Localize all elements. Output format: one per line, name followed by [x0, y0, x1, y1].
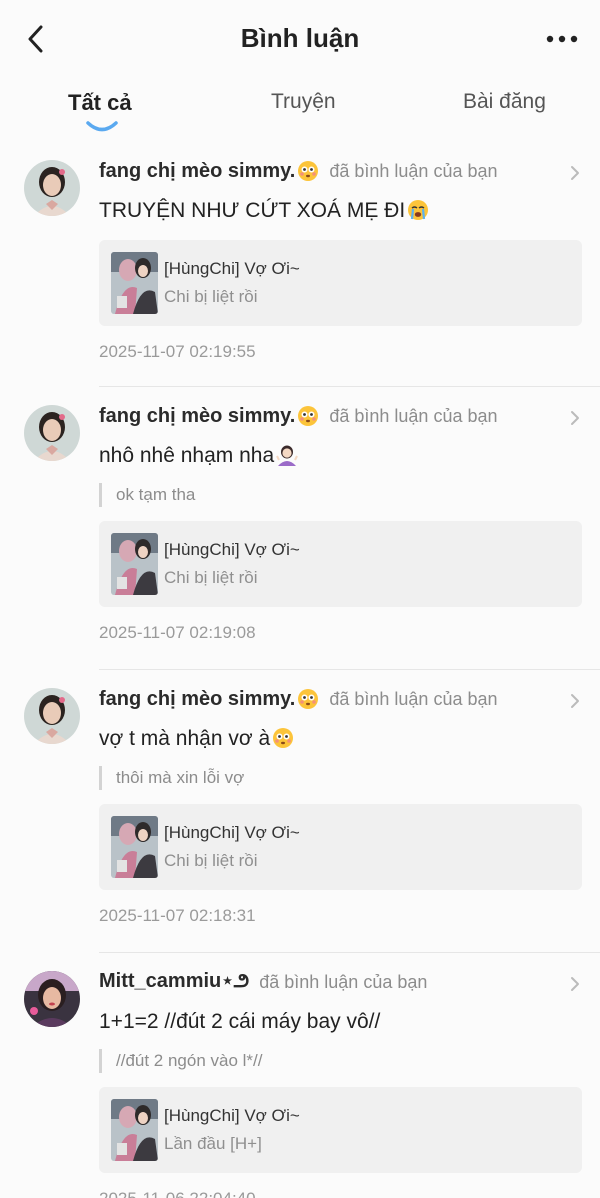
flushed-face-emoji-icon	[298, 161, 319, 181]
username[interactable]: fang chị mèo simmy.	[99, 405, 295, 428]
story-cover-image	[111, 816, 158, 878]
more-dots-icon	[546, 35, 578, 43]
story-cover-image	[111, 1099, 158, 1161]
comment-content: fang chị mèo simmy. đã bình luận của bạn…	[99, 401, 582, 643]
flushed-face-emoji-icon	[273, 728, 294, 748]
back-chevron-icon	[28, 25, 43, 53]
story-title: [HùngChi] Vợ Ơi~	[164, 823, 300, 842]
flushed-face-emoji-icon	[298, 406, 319, 426]
comment-body: TRUYỆN NHƯ CỨT XOÁ MẸ ĐI	[99, 199, 406, 222]
comment-body: nhô nhê nhạm nha	[99, 444, 275, 467]
story-chapter: Chi bị liệt rồi	[164, 568, 258, 587]
flushed-face-emoji-icon	[298, 689, 319, 709]
story-chapter: Chi bị liệt rồi	[164, 287, 258, 306]
story-cover-image	[111, 533, 158, 595]
action-text: đã bình luận của bạn	[329, 405, 498, 426]
comment-text: nhô nhê nhạm nha	[99, 441, 582, 471]
comment-text: TRUYỆN NHƯ CỨT XOÁ MẸ ĐI	[99, 196, 582, 226]
tab-stories[interactable]: Truyện	[271, 90, 336, 114]
avatar[interactable]	[24, 971, 80, 1027]
action-text: đã bình luận của bạn	[329, 688, 498, 709]
username[interactable]: Mitt_cammiu⋆౨	[99, 968, 249, 997]
story-title: [HùngChi] Vợ Ơi~	[164, 1106, 300, 1125]
woman-shrugging-emoji-icon	[276, 445, 299, 466]
story-title: [HùngChi] Vợ Ơi~	[164, 540, 300, 559]
comment-item[interactable]: fang chị mèo simmy. đã bình luận của bạn…	[0, 142, 600, 387]
timestamp: 2025-11-06 22:04:40	[99, 1189, 582, 1198]
story-title: [HùngChi] Vợ Ơi~	[164, 259, 300, 278]
comment-item[interactable]: fang chị mèo simmy. đã bình luận của bạn…	[0, 670, 600, 953]
story-card[interactable]: [HùngChi] Vợ Ơi~ Chi bị liệt rồi	[99, 804, 582, 890]
timestamp: 2025-11-07 02:18:31	[99, 906, 256, 925]
timestamp: 2025-11-07 02:19:08	[99, 623, 256, 642]
story-card[interactable]: [HùngChi] Vợ Ơi~ Chi bị liệt rồi	[99, 521, 582, 607]
page-title: Bình luận	[240, 22, 360, 53]
comment-body: 1+1=2 //đút 2 cái máy bay vô//	[99, 1010, 381, 1033]
comment-header: fang chị mèo simmy. đã bình luận của bạn	[99, 684, 582, 714]
filter-tabs: Tất cả Truyện Bài đăng	[0, 80, 600, 142]
story-chapter: Lần đầu [H+]	[164, 1134, 262, 1153]
action-text: đã bình luận của bạn	[259, 971, 428, 992]
comment-header: fang chị mèo simmy. đã bình luận của bạn	[99, 156, 582, 186]
comment-content: fang chị mèo simmy. đã bình luận của bạn…	[99, 684, 582, 926]
reply-quote: thôi mà xin lỗi vợ	[99, 766, 582, 790]
story-chapter: Chi bị liệt rồi	[164, 851, 258, 870]
comment-header: fang chị mèo simmy. đã bình luận của bạn	[99, 401, 582, 431]
action-text: đã bình luận của bạn	[329, 160, 498, 181]
comment-text: vợ t mà nhận vơ à	[99, 724, 582, 754]
comment-item[interactable]: Mitt_cammiu⋆౨ đã bình luận của bạn 1+1=2…	[0, 953, 600, 1198]
story-card[interactable]: [HùngChi] Vợ Ơi~ Chi bị liệt rồi	[99, 240, 582, 326]
comment-item[interactable]: fang chị mèo simmy. đã bình luận của bạn…	[0, 387, 600, 670]
more-button[interactable]	[544, 24, 580, 54]
username[interactable]: fang chị mèo simmy.	[99, 160, 295, 183]
comment-content: Mitt_cammiu⋆౨ đã bình luận của bạn 1+1=2…	[99, 967, 582, 1198]
tab-all[interactable]: Tất cả	[68, 90, 132, 116]
top-bar: Bình luận	[0, 0, 600, 80]
reply-quote: ok tạm tha	[99, 483, 582, 507]
comment-header: Mitt_cammiu⋆౨ đã bình luận của bạn	[99, 967, 582, 997]
avatar[interactable]	[24, 688, 80, 744]
reply-quote: //đút 2 ngón vào l*//	[99, 1049, 582, 1073]
username[interactable]: fang chị mèo simmy.	[99, 688, 295, 711]
story-card[interactable]: [HùngChi] Vợ Ơi~ Lần đầu [H+]	[99, 1087, 582, 1173]
crying-face-emoji-icon	[408, 200, 429, 220]
comment-body: vợ t mà nhận vơ à	[99, 727, 271, 750]
tab-posts[interactable]: Bài đăng	[463, 90, 546, 114]
back-button[interactable]	[20, 22, 50, 56]
comment-feed: fang chị mèo simmy. đã bình luận của bạn…	[0, 142, 600, 1198]
timestamp: 2025-11-07 02:19:55	[99, 342, 256, 361]
avatar[interactable]	[24, 405, 80, 461]
chevron-right-icon[interactable]	[568, 975, 582, 993]
chevron-right-icon[interactable]	[568, 692, 582, 710]
story-cover-image	[111, 252, 158, 314]
chevron-right-icon[interactable]	[568, 164, 582, 182]
avatar[interactable]	[24, 160, 80, 216]
active-tab-indicator	[86, 121, 118, 132]
chevron-right-icon[interactable]	[568, 409, 582, 427]
comment-text: 1+1=2 //đút 2 cái máy bay vô//	[99, 1007, 582, 1037]
comment-content: fang chị mèo simmy. đã bình luận của bạn…	[99, 156, 582, 362]
